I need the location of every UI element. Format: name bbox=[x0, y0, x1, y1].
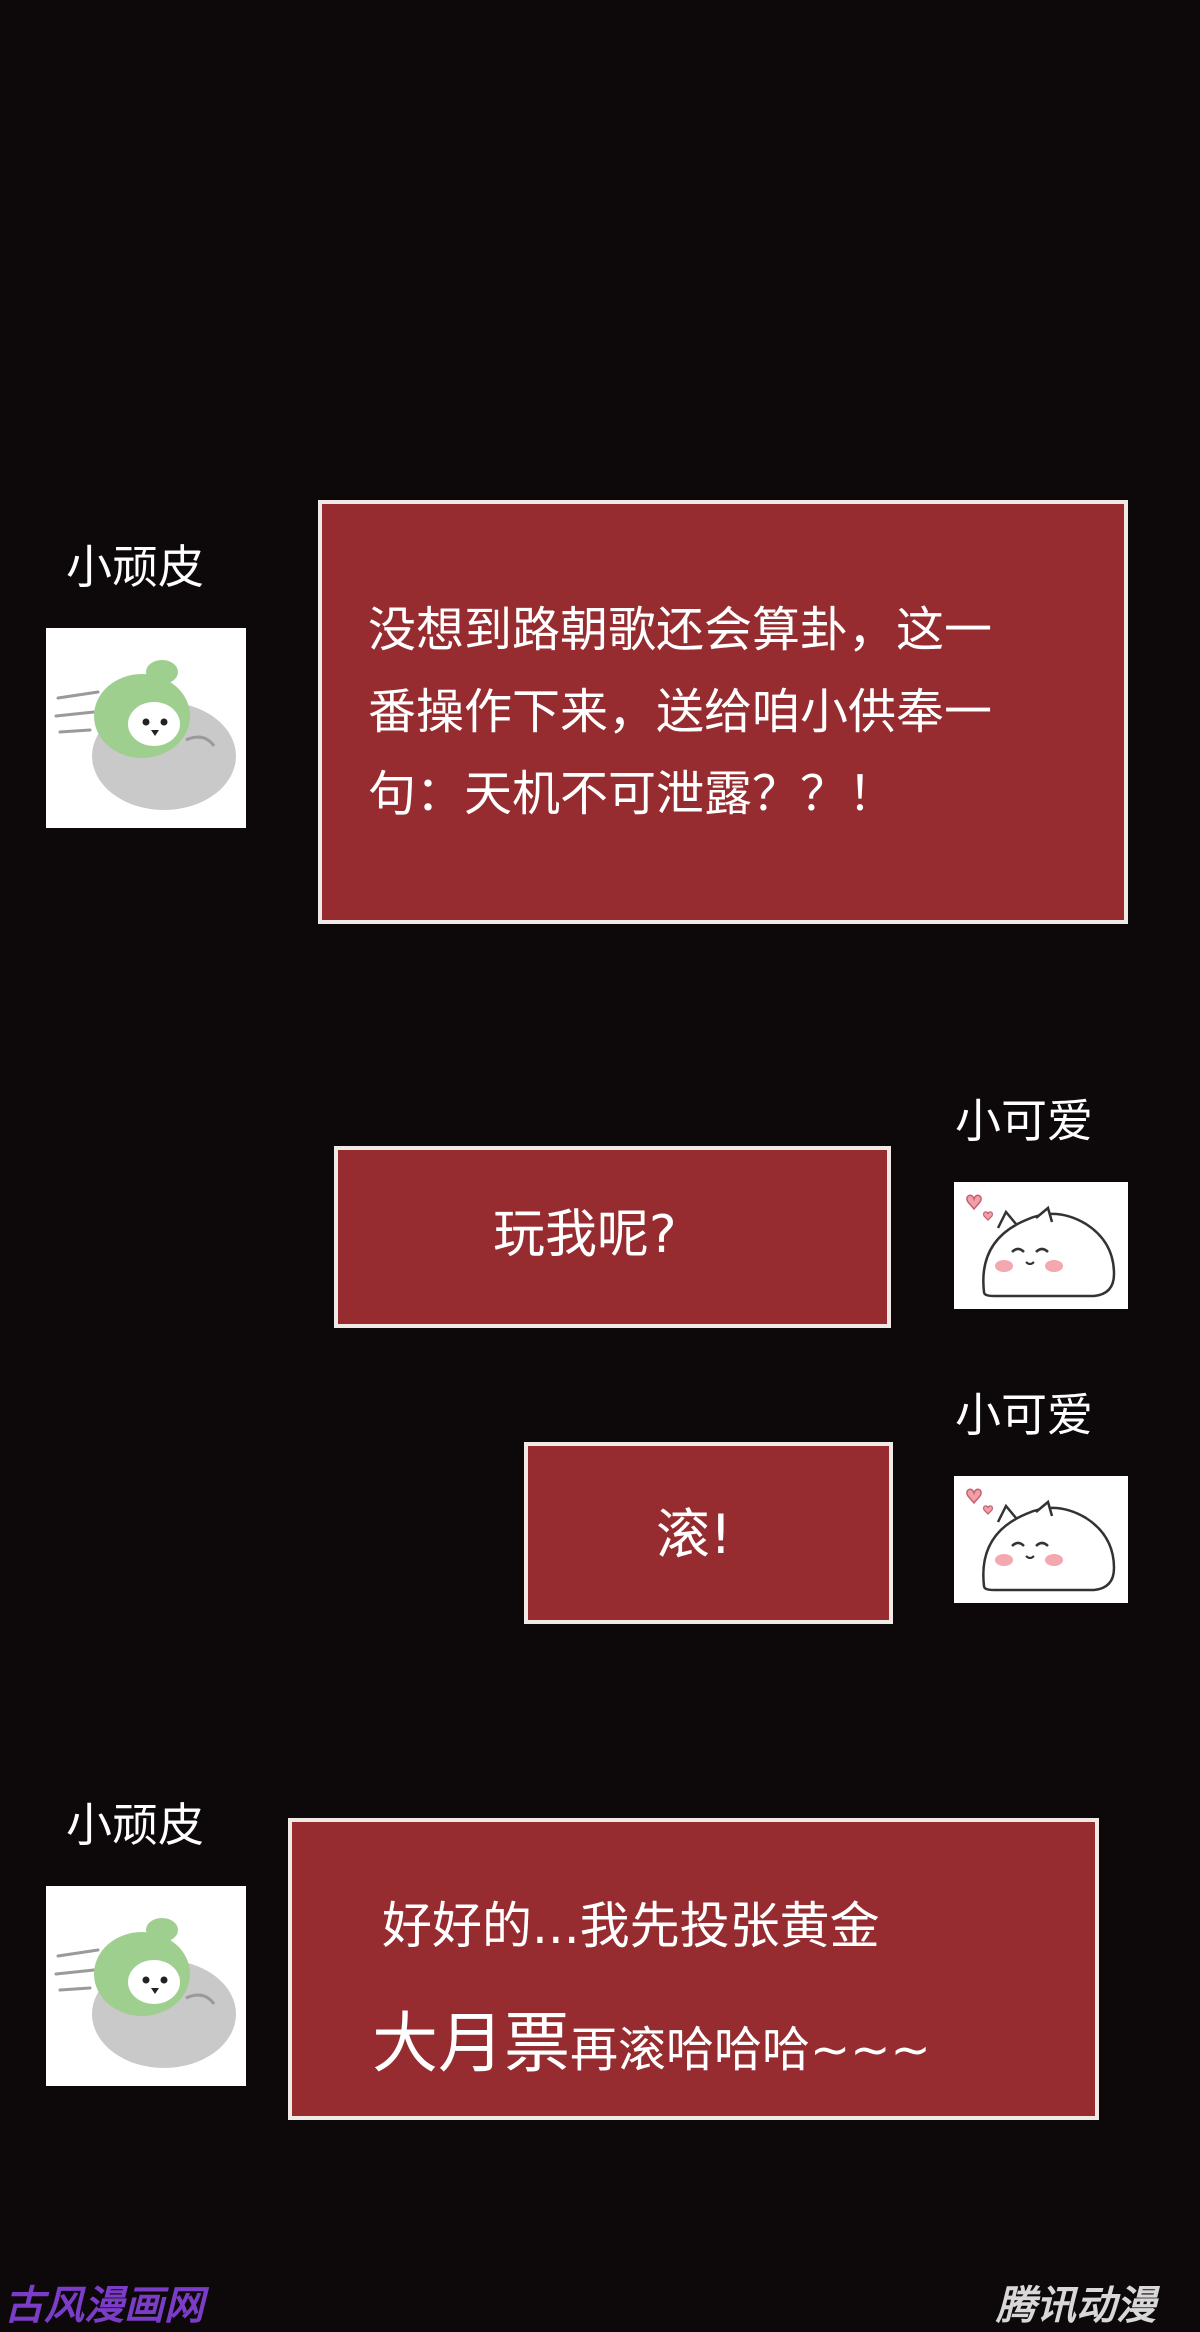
avatar[interactable] bbox=[954, 1182, 1128, 1309]
message-line: 句：天机不可泄露？？！ bbox=[368, 766, 897, 822]
avatar[interactable] bbox=[954, 1476, 1128, 1603]
emphasized-text: 大月票 bbox=[372, 2005, 570, 2082]
message-text: 再滚哈哈哈~~~ bbox=[570, 2022, 931, 2078]
message-line: 番操作下来，送给咱小供奉一 bbox=[368, 684, 993, 740]
white-blob-cat-with-hearts-icon bbox=[954, 1476, 1128, 1603]
message-line: 好好的...我先投张黄金 bbox=[382, 1897, 880, 1955]
chat-bubble: 好好的...我先投张黄金 大月票再滚哈哈哈~~~ bbox=[288, 1818, 1099, 2120]
white-blob-cat-with-hearts-icon bbox=[954, 1182, 1128, 1309]
sender-name: 小可爱 bbox=[955, 1094, 1093, 1148]
sender-name: 小顽皮 bbox=[66, 540, 204, 594]
message-line: 没想到路朝歌还会算卦，这一 bbox=[368, 602, 993, 658]
sender-name: 小可爱 bbox=[955, 1388, 1093, 1442]
watermark-logo: 古风漫画网 bbox=[4, 2283, 204, 2329]
chat-bubble: 滚! bbox=[524, 1442, 893, 1624]
chat-bubble: 玩我呢? bbox=[334, 1146, 891, 1328]
message-line: 玩我呢? bbox=[493, 1205, 677, 1265]
sender-name: 小顽皮 bbox=[66, 1798, 204, 1852]
avatar[interactable] bbox=[46, 1886, 246, 2086]
penguin-in-green-hood-icon bbox=[46, 628, 246, 828]
message-line: 滚! bbox=[656, 1503, 732, 1566]
chat-bubble: 没想到路朝歌还会算卦，这一 番操作下来，送给咱小供奉一 句：天机不可泄露？？！ bbox=[318, 500, 1128, 924]
message-line: 大月票再滚哈哈哈~~~ bbox=[372, 1990, 931, 2086]
watermark-logo: 腾讯动漫 bbox=[996, 2283, 1156, 2329]
avatar[interactable] bbox=[46, 628, 246, 828]
penguin-in-green-hood-icon bbox=[46, 1886, 246, 2086]
